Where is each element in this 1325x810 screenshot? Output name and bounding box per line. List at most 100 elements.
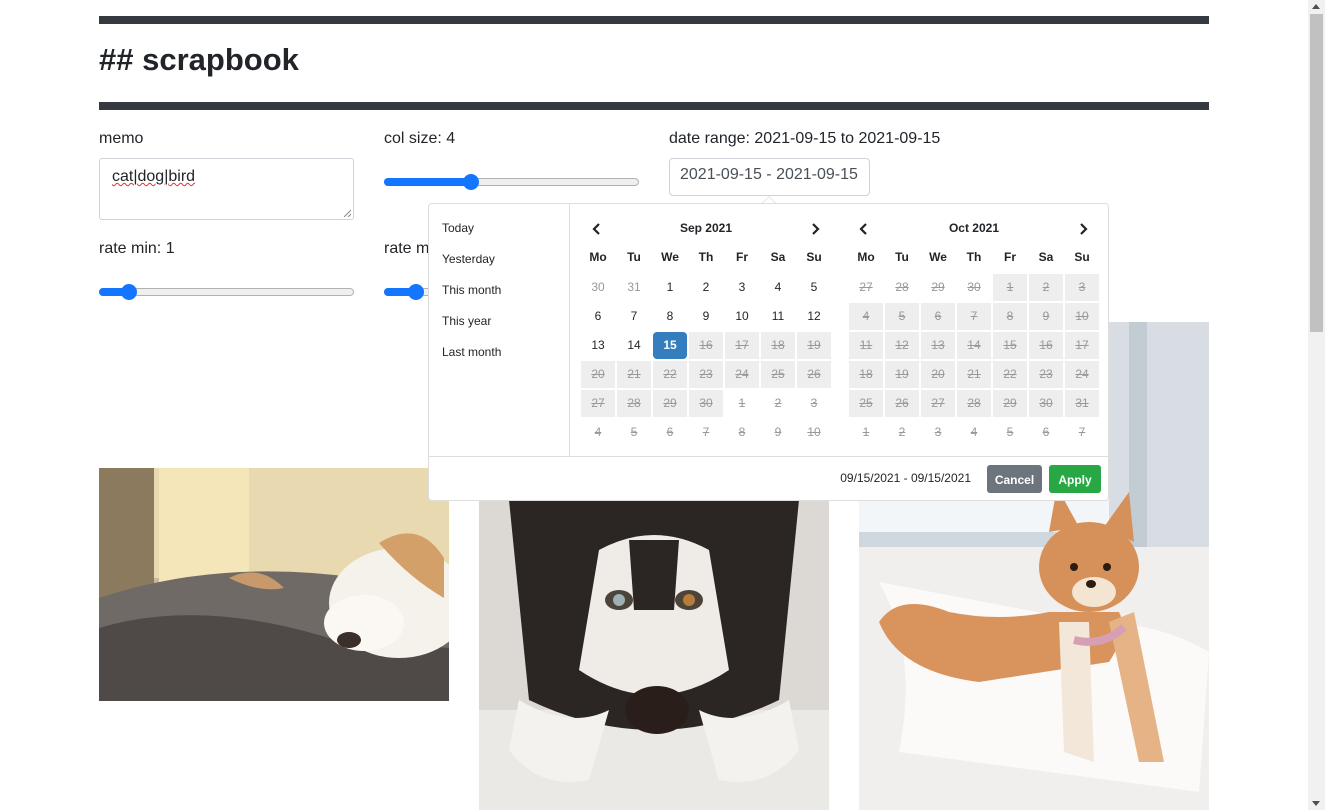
calendar-day: 1	[738, 396, 746, 410]
weekday-header: Tu	[627, 250, 641, 264]
calendar-day[interactable]: 10	[725, 303, 759, 330]
calendar-day: 24	[1065, 361, 1099, 388]
slider-thumb[interactable]	[121, 284, 137, 300]
calendar-day: 3	[1065, 274, 1099, 301]
apply-button[interactable]: Apply	[1049, 465, 1101, 493]
sleeping-dog-photo	[99, 468, 449, 701]
calendar-day: 12	[885, 332, 919, 359]
top-divider	[99, 16, 1209, 24]
slider-thumb[interactable]	[463, 174, 479, 190]
range-this-month[interactable]: This month	[442, 282, 501, 298]
calendar-day: 28	[957, 390, 991, 417]
date-range-input[interactable]: 2021-09-15 - 2021-09-15	[669, 158, 870, 196]
calendar-day[interactable]: 12	[797, 303, 831, 330]
calendar-day[interactable]: 5	[797, 274, 831, 301]
calendar-day: 17	[1065, 332, 1099, 359]
calendar-day[interactable]: 15	[653, 332, 687, 359]
calendar-day: 13	[921, 332, 955, 359]
slider-thumb[interactable]	[408, 284, 424, 300]
calendar-day: 16	[1029, 332, 1063, 359]
calendar-day[interactable]: 7	[617, 303, 651, 330]
resize-handle-icon[interactable]	[343, 209, 351, 217]
memo-textarea[interactable]: cat|dog|bird	[99, 158, 354, 220]
scrollbar-thumb[interactable]	[1310, 14, 1323, 332]
calendar-day: 10	[1065, 303, 1099, 330]
weekday-header: Sa	[1038, 250, 1054, 264]
calendar-day[interactable]: 6	[581, 303, 615, 330]
calendar-day: 23	[689, 361, 723, 388]
picker-footer: 09/15/2021 - 09/15/2021 Cancel Apply	[429, 456, 1108, 501]
calendar-day: 1	[862, 425, 870, 439]
calendar-day: 21	[957, 361, 991, 388]
scroll-up-icon[interactable]	[1312, 4, 1320, 9]
col-size-slider[interactable]	[384, 172, 639, 192]
calendar-day: 19	[797, 332, 831, 359]
date-range-picker: Today Yesterday This month This year Las…	[428, 203, 1109, 501]
bottom-divider	[99, 102, 1209, 110]
cancel-button[interactable]: Cancel	[987, 465, 1042, 493]
calendar-day: 20	[581, 361, 615, 388]
calendar-day[interactable]: 14	[617, 332, 651, 359]
calendar-day: 22	[993, 361, 1027, 388]
slider-fill	[384, 178, 471, 186]
calendar-day[interactable]: 30	[581, 274, 615, 301]
calendar-day[interactable]: 13	[581, 332, 615, 359]
weekday-header: Th	[966, 250, 982, 264]
weekday-header: Tu	[895, 250, 909, 264]
calendar-day[interactable]: 4	[761, 274, 795, 301]
calendar-day: 3	[934, 425, 942, 439]
calendar-day[interactable]: 11	[761, 303, 795, 330]
calendar-day: 28	[617, 390, 651, 417]
selected-range-text: 09/15/2021 - 09/15/2021	[840, 471, 971, 485]
calendar-day: 16	[689, 332, 723, 359]
range-yesterday[interactable]: Yesterday	[442, 251, 495, 267]
weekday-header: Mo	[857, 250, 875, 264]
calendar-day[interactable]: 1	[653, 274, 687, 301]
calendar-day: 17	[725, 332, 759, 359]
calendar-day[interactable]: 3	[725, 274, 759, 301]
calendar-day: 24	[725, 361, 759, 388]
memo-value: cat|dog|bird	[112, 168, 196, 185]
calendar-day: 30	[1029, 390, 1063, 417]
col-size-label: col size: 4	[384, 130, 456, 147]
prev-month-icon[interactable]	[856, 221, 872, 237]
calendar-day: 2	[774, 396, 782, 410]
scroll-down-icon[interactable]	[1312, 801, 1320, 806]
calendar-day[interactable]: 2	[689, 274, 723, 301]
prev-month-icon[interactable]	[589, 221, 605, 237]
range-today[interactable]: Today	[442, 220, 474, 236]
rate-max-label: rate m	[384, 240, 430, 257]
calendar-day: 5	[1006, 425, 1014, 439]
weekday-header: We	[661, 250, 679, 264]
weekday-header: Sa	[770, 250, 786, 264]
calendar-day: 10	[807, 425, 821, 439]
ranges-panel: Today Yesterday This month This year Las…	[429, 204, 570, 456]
calendar-day: 26	[885, 390, 919, 417]
weekday-header: Th	[698, 250, 714, 264]
page-scrollbar[interactable]	[1308, 0, 1325, 810]
calendar-day: 29	[931, 280, 945, 294]
calendar-day[interactable]: 9	[689, 303, 723, 330]
calendar-day: 30	[967, 280, 981, 294]
memo-label: memo	[99, 130, 144, 147]
calendar-day: 18	[761, 332, 795, 359]
calendar-day: 4	[970, 425, 978, 439]
calendar-day: 4	[849, 303, 883, 330]
next-month-icon[interactable]	[807, 221, 823, 237]
rate-min-label: rate min: 1	[99, 240, 175, 257]
calendar-day: 11	[849, 332, 883, 359]
calendar-day: 21	[617, 361, 651, 388]
rate-min-slider[interactable]	[99, 282, 354, 302]
calendar-day: 26	[797, 361, 831, 388]
calendar-day: 29	[653, 390, 687, 417]
calendar-day[interactable]: 31	[617, 274, 651, 301]
calendar-day: 2	[898, 425, 906, 439]
calendar-day: 8	[738, 425, 746, 439]
range-this-year[interactable]: This year	[442, 313, 491, 329]
calendar-day: 7	[1078, 425, 1086, 439]
calendar-day: 25	[761, 361, 795, 388]
next-month-icon[interactable]	[1075, 221, 1091, 237]
calendar-day[interactable]: 8	[653, 303, 687, 330]
range-last-month[interactable]: Last month	[442, 344, 501, 360]
calendar-day: 8	[993, 303, 1027, 330]
